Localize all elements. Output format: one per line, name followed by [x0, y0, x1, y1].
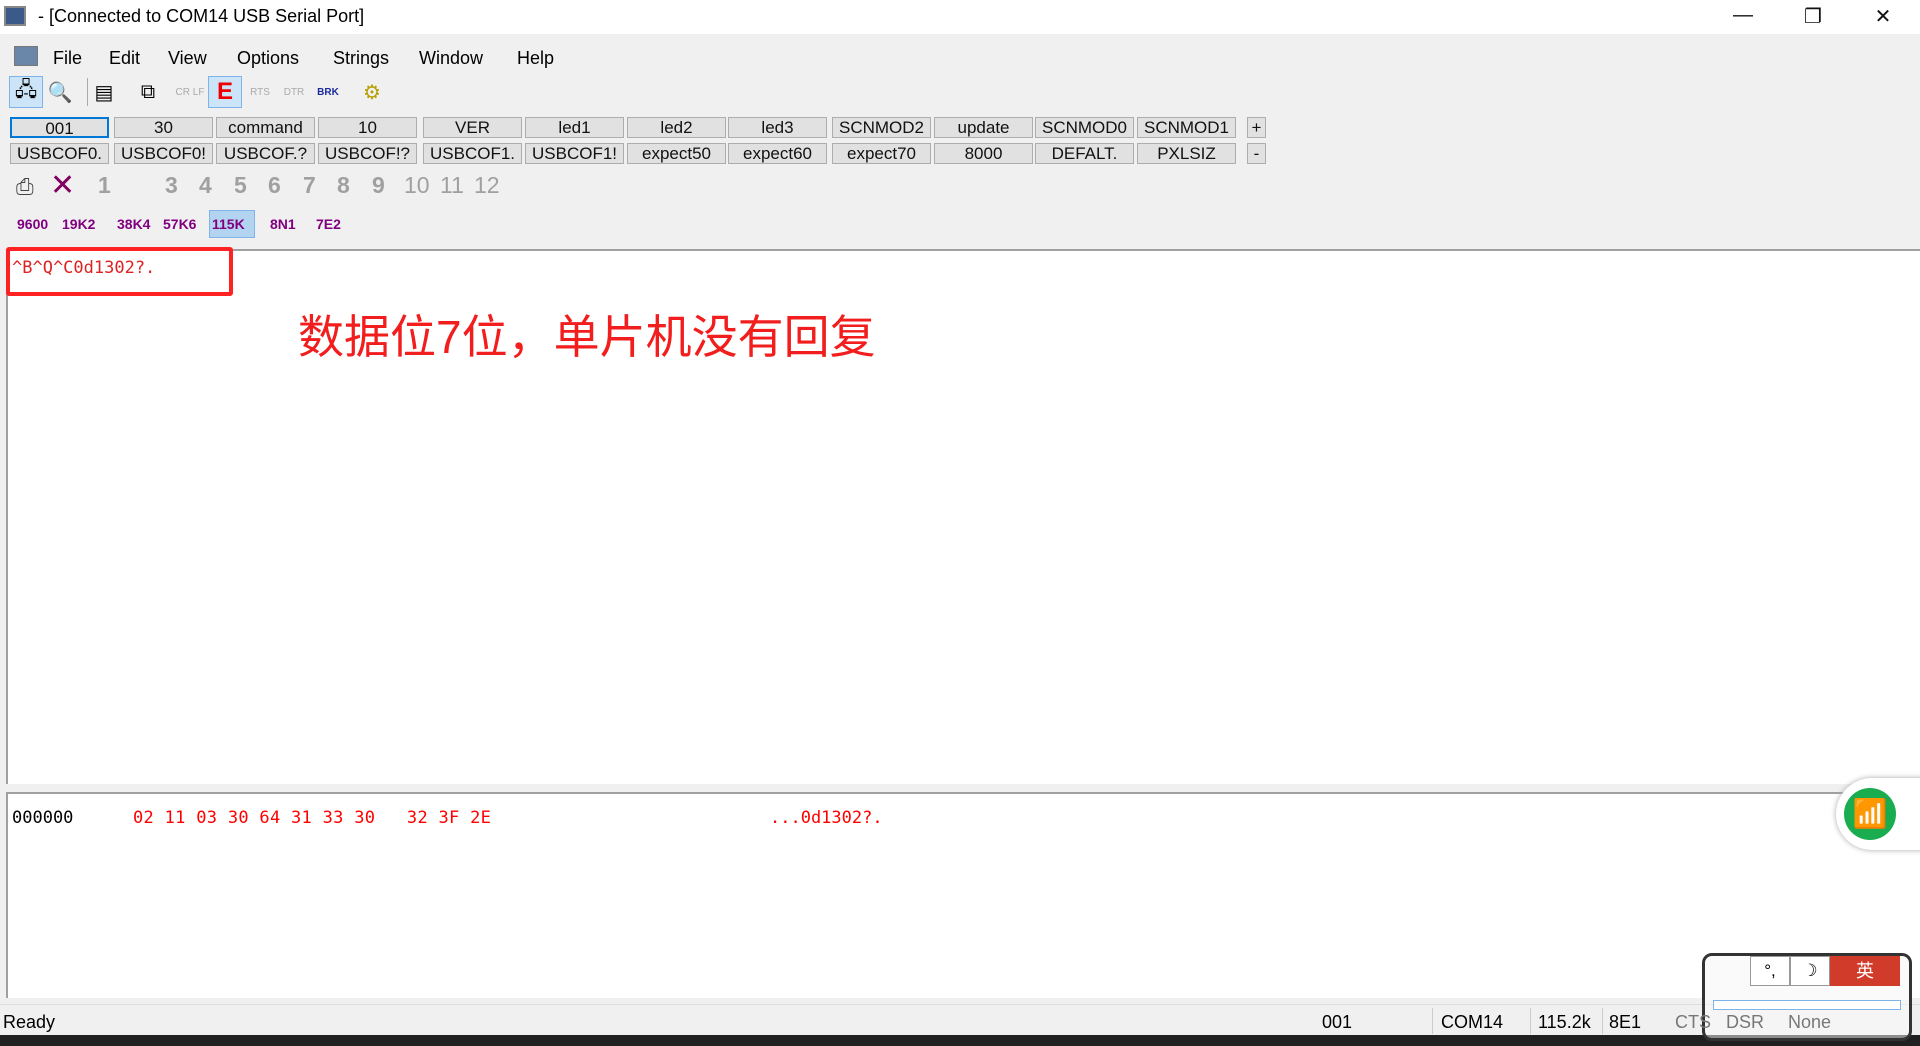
- status-bar: Ready 001 COM14 115.2k 8E1 CTS DSR None: [0, 1004, 1920, 1035]
- hex-offset: 000000: [12, 808, 74, 828]
- window-title: - [Connected to COM14 USB Serial Port]: [38, 6, 365, 26]
- status-macro: 001: [1322, 1012, 1353, 1032]
- macro-button[interactable]: 001: [10, 117, 109, 138]
- restore-button[interactable]: ❐: [1783, 4, 1843, 30]
- crlf-icon[interactable]: CR LF: [173, 76, 207, 108]
- rts-icon[interactable]: RTS: [243, 76, 277, 108]
- macro-button[interactable]: expect70: [832, 143, 931, 164]
- macro-button[interactable]: expect60: [728, 143, 827, 164]
- baud-button[interactable]: 19K2: [62, 216, 95, 232]
- macro-button[interactable]: led3: [728, 117, 827, 138]
- mdi-icon: [14, 46, 38, 66]
- annotation-box: [6, 247, 233, 296]
- menu-window[interactable]: Window: [419, 48, 483, 69]
- ime-input[interactable]: [1713, 1000, 1901, 1010]
- moon-icon[interactable]: ☽: [1790, 956, 1830, 986]
- settings-gear-icon[interactable]: ⚙: [355, 76, 389, 108]
- send-number-button[interactable]: 7: [303, 172, 316, 199]
- menu-strings[interactable]: Strings: [333, 48, 389, 69]
- dtr-icon[interactable]: DTR: [277, 76, 311, 108]
- macro-button[interactable]: USBCOF1!: [525, 143, 624, 164]
- menu-view[interactable]: View: [168, 48, 207, 69]
- macro-button[interactable]: command: [216, 117, 315, 138]
- send-number-button[interactable]: 6: [268, 172, 281, 199]
- menu-file[interactable]: File: [53, 48, 82, 69]
- add-macro-row-button[interactable]: +: [1247, 117, 1266, 138]
- document-icon[interactable]: ▤: [87, 76, 121, 108]
- macro-button[interactable]: PXLSIZ: [1137, 143, 1236, 164]
- baud-button[interactable]: 115K: [212, 216, 245, 232]
- macro-button[interactable]: led2: [627, 117, 726, 138]
- status-none: None: [1788, 1012, 1832, 1032]
- macro-button[interactable]: update: [934, 117, 1033, 138]
- send-number-button[interactable]: 1: [98, 172, 111, 199]
- send-number-button[interactable]: 5: [234, 172, 247, 199]
- baud-button[interactable]: 9600: [17, 216, 48, 232]
- taskbar: [0, 1035, 1920, 1046]
- punctuation-icon[interactable]: °,: [1750, 956, 1790, 986]
- baud-button[interactable]: 8N1: [270, 216, 296, 232]
- ime-language-toggle[interactable]: 英: [1830, 956, 1900, 986]
- macro-button[interactable]: SCNMOD2: [832, 117, 931, 138]
- macro-button[interactable]: 30: [114, 117, 213, 138]
- break-icon[interactable]: BRK: [311, 76, 345, 108]
- app-icon: [4, 6, 26, 26]
- menu-edit[interactable]: Edit: [109, 48, 140, 69]
- macro-button[interactable]: SCNMOD0: [1035, 117, 1134, 138]
- status-baud: 115.2k: [1538, 1012, 1591, 1032]
- send-number-button[interactable]: 4: [199, 172, 212, 199]
- title-bar: - [Connected to COM14 USB Serial Port] —…: [0, 0, 1920, 34]
- macro-button[interactable]: USBCOF!?: [318, 143, 417, 164]
- annotation-text: 数据位7位，单片机没有回复: [298, 311, 876, 363]
- macro-button[interactable]: DEFALT.: [1035, 143, 1134, 164]
- baud-button[interactable]: 38K4: [117, 216, 150, 232]
- macro-button[interactable]: SCNMOD1: [1137, 117, 1236, 138]
- baud-button[interactable]: 7E2: [316, 216, 341, 232]
- close-button[interactable]: ✕: [1853, 4, 1913, 30]
- terminal-pane[interactable]: ^B^Q^C0d1302?. 数据位7位，单片机没有回复: [6, 247, 1920, 784]
- copy-icon[interactable]: ⧉: [131, 76, 165, 108]
- macro-button[interactable]: USBCOF0!: [114, 143, 213, 164]
- plug-icon[interactable]: ⎙: [16, 174, 34, 200]
- status-ready: Ready: [3, 1012, 56, 1032]
- macro-button[interactable]: VER: [423, 117, 522, 138]
- echo-icon[interactable]: E: [208, 76, 242, 108]
- menu-help[interactable]: Help: [517, 48, 554, 69]
- status-cts: CTS: [1675, 1012, 1711, 1032]
- macro-button[interactable]: USBCOF.?: [216, 143, 315, 164]
- floating-widget[interactable]: 📶: [1836, 778, 1920, 850]
- send-number-button[interactable]: 11: [440, 172, 464, 199]
- send-number-button[interactable]: 8: [337, 172, 350, 199]
- wifi-icon[interactable]: 📶: [1844, 788, 1896, 840]
- baud-button[interactable]: 57K6: [163, 216, 196, 232]
- send-number-button[interactable]: 9: [372, 172, 385, 199]
- hex-ascii: ...0d1302?.: [770, 808, 883, 828]
- hex-pane[interactable]: 000000 02 11 03 30 64 31 33 30 32 3F 2E …: [6, 792, 1920, 998]
- connect-icon[interactable]: 🖧: [9, 76, 43, 108]
- macro-button[interactable]: led1: [525, 117, 624, 138]
- menu-options[interactable]: Options: [237, 48, 299, 69]
- macro-button[interactable]: 8000: [934, 143, 1033, 164]
- clear-x-icon[interactable]: ✕: [50, 168, 75, 203]
- disconnect-icon[interactable]: 🔍: [43, 76, 77, 108]
- macro-button[interactable]: USBCOF1.: [423, 143, 522, 164]
- send-number-button[interactable]: 12: [474, 172, 500, 199]
- status-port: COM14: [1441, 1012, 1504, 1032]
- menu-bar: File Edit View Options Strings Window He…: [0, 40, 1920, 74]
- macro-button[interactable]: 10: [318, 117, 417, 138]
- macro-button[interactable]: expect50: [627, 143, 726, 164]
- send-number-button[interactable]: 3: [165, 172, 178, 199]
- hex-bytes: 02 11 03 30 64 31 33 30 32 3F 2E: [133, 808, 492, 828]
- remove-macro-row-button[interactable]: -: [1247, 143, 1266, 164]
- status-dsr: DSR: [1726, 1012, 1765, 1032]
- minimize-button[interactable]: —: [1713, 4, 1773, 30]
- macro-button[interactable]: USBCOF0.: [10, 143, 109, 164]
- status-format: 8E1: [1609, 1012, 1642, 1032]
- send-number-button[interactable]: 10: [404, 172, 430, 199]
